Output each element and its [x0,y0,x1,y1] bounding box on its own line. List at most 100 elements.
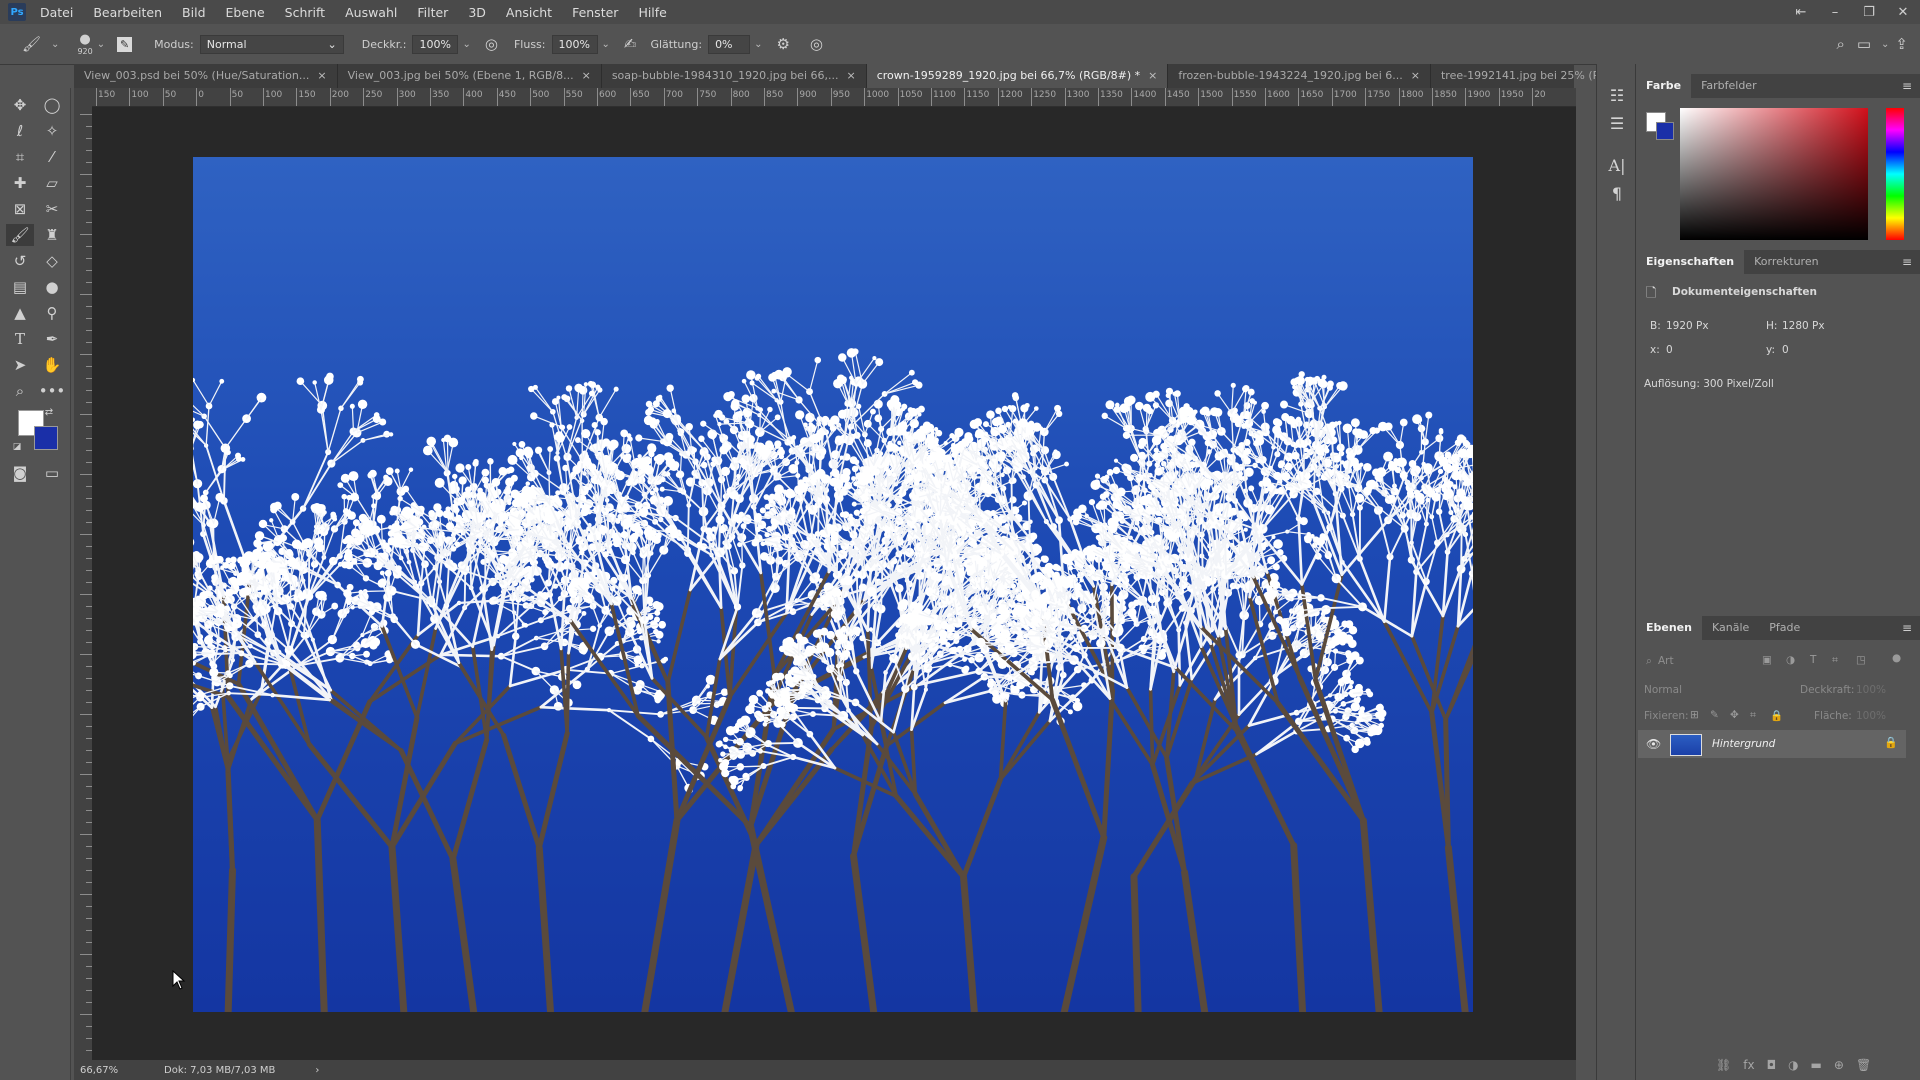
chevron-down-icon[interactable]: ⌄ [462,39,470,50]
menu-filter[interactable]: Filter [417,5,448,20]
layer-name[interactable]: Hintergrund [1712,738,1775,750]
menu-datei[interactable]: Datei [40,5,73,20]
trash-icon[interactable]: 🗑 [1856,1058,1871,1072]
menu-schrift[interactable]: Schrift [285,5,325,20]
vertical-ruler[interactable] [74,106,93,1060]
tab-eigenschaften[interactable]: Eigenschaften [1636,250,1745,274]
pen-tool-icon[interactable]: ✒ [38,328,66,350]
tab-pfade[interactable]: Pfade [1759,616,1810,640]
horizontal-ruler[interactable]: 150 100 50 0 50 100 150 200 250 300 350 400 450 500 55… [92,88,1576,107]
filter-smart-icon[interactable]: ◳ [1856,654,1866,666]
character-icon[interactable]: A| [1607,156,1627,175]
filter-adjustment-icon[interactable]: ◑ [1786,654,1795,666]
close-icon[interactable]: ✕ [1886,5,1920,20]
eraser-icon[interactable]: ◇ [38,250,66,272]
pressure-size-icon[interactable]: ◎ [810,35,823,53]
add-mask-icon[interactable]: ◘ [1767,1058,1777,1072]
pressure-opacity-icon[interactable]: ◎ [485,35,498,53]
tab-crown[interactable]: crown-1959289_1920.jpg bei 66,7% (RGB/8#… [866,64,1169,88]
fx-icon[interactable]: fx [1743,1058,1754,1072]
menu-hilfe[interactable]: Hilfe [638,5,666,20]
dodge-tool-icon[interactable]: ▲ [6,302,34,324]
menu-ebene[interactable]: Ebene [226,5,265,20]
marquee-tool-icon[interactable]: ◯ [38,94,66,116]
close-icon[interactable]: × [582,64,591,88]
scissors-icon[interactable]: ✂ [38,198,66,220]
more-tools-icon[interactable]: ••• [38,380,66,402]
smoothing-input[interactable]: 0% [708,34,751,54]
filter-type-icon[interactable]: T [1810,654,1816,666]
tab-ebenen[interactable]: Ebenen [1636,616,1702,640]
type-tool-icon[interactable]: T [6,328,34,350]
chevron-down-icon[interactable]: ⌄ [1881,39,1889,50]
paragraph-icon[interactable]: ¶ [1607,184,1627,203]
new-adjustment-icon[interactable]: ◑ [1788,1058,1798,1072]
filter-shape-icon[interactable]: ⌗ [1832,654,1838,667]
lock-all-icon[interactable]: 🔒 [1770,709,1783,722]
layer-row[interactable]: 👁 Hintergrund 🔒 [1638,730,1906,758]
width-value[interactable]: 1920 Px [1666,320,1709,332]
zoom-tool-icon[interactable]: ⌕ [6,380,34,402]
default-colors-icon[interactable]: ◪ [10,440,24,454]
layer-filter-input[interactable]: Art [1658,655,1674,667]
airbrush-icon[interactable]: ✍ [624,35,637,53]
crop-tool-icon[interactable]: ⌗ [6,146,34,168]
quick-mask-icon[interactable]: ◙ [6,462,34,484]
adjustments-icon[interactable]: ☰ [1607,114,1627,133]
eye-icon[interactable]: 👁 [1646,737,1661,751]
share-icon[interactable]: ⇪ [1895,35,1908,53]
swap-colors-icon[interactable]: ⇄ [42,406,56,420]
color-bg-swatch[interactable] [1656,122,1674,140]
restore-icon[interactable]: ❐ [1852,5,1886,20]
height-value[interactable]: 1280 Px [1782,320,1825,332]
burn-tool-icon[interactable]: ⚲ [38,302,66,324]
tab-farbe[interactable]: Farbe [1636,74,1692,98]
chevron-down-icon[interactable]: ⌄ [602,39,610,50]
menu-3d[interactable]: 3D [468,5,486,20]
status-arrow-icon[interactable]: › [315,1065,319,1076]
tab-soap-bubble[interactable]: soap-bubble-1984310_1920.jpg bei 66,... × [602,64,867,88]
background-color-swatch[interactable] [34,426,58,450]
workspace-icon[interactable]: ▭ [1857,35,1871,53]
collapse-icon[interactable]: ⇤ [1784,5,1818,20]
close-icon[interactable]: × [1148,64,1157,88]
tab-farbfelder[interactable]: Farbfelder [1691,74,1767,98]
panel-menu-icon[interactable]: ≡ [1902,255,1912,269]
tab-view-003-psd[interactable]: View_003.psd bei 50% (Hue/Saturation... × [74,64,338,88]
menu-auswahl[interactable]: Auswahl [345,5,397,20]
chevron-down-icon[interactable]: ⌄ [51,39,59,50]
lock-pixels-icon[interactable]: ✎ [1710,709,1719,721]
color-field[interactable] [1680,108,1868,240]
menu-ansicht[interactable]: Ansicht [506,5,552,20]
menu-fenster[interactable]: Fenster [572,5,618,20]
screen-mode-icon[interactable]: ▭ [38,462,66,484]
fill-value[interactable]: 100% [1856,710,1886,722]
flow-input[interactable]: 100% [551,34,598,54]
stamp-tool-icon[interactable]: ♜ [38,224,66,246]
document-image[interactable] [193,157,1473,1012]
blur-tool-icon[interactable]: ● [38,276,66,298]
history-brush-icon[interactable]: ↺ [6,250,34,272]
hand-tool-icon[interactable]: ✋ [38,354,66,376]
healing-brush-icon[interactable]: ✚ [6,172,34,194]
move-tool-icon[interactable]: ✥ [6,94,34,116]
lock-transparency-icon[interactable]: ⊞ [1690,709,1699,721]
lasso-tool-icon[interactable]: ℓ [6,120,34,142]
gear-icon[interactable]: ⚙ [776,35,789,53]
brush-preset-picker[interactable]: ● 920 [77,32,92,56]
filter-toggle-icon[interactable]: ● [1892,652,1901,664]
ruler-tool-icon[interactable]: ▱ [38,172,66,194]
mode-select[interactable]: Normal ⌄ [199,34,344,54]
magic-wand-icon[interactable]: ✧ [38,120,66,142]
chevron-down-icon[interactable]: ⌄ [754,39,762,50]
eyedropper-icon[interactable]: ⁄ [38,146,66,168]
tab-kanaele[interactable]: Kanäle [1702,616,1759,640]
new-group-icon[interactable]: ▬ [1811,1058,1822,1072]
y-value[interactable]: 0 [1782,344,1789,356]
lock-artboard-icon[interactable]: ⌗ [1750,709,1756,722]
menu-bild[interactable]: Bild [182,5,205,20]
close-icon[interactable]: × [1411,64,1420,88]
panel-menu-icon[interactable]: ≡ [1902,79,1912,93]
search-icon[interactable]: ⌕ [1836,35,1844,53]
tab-frozen-bubble[interactable]: frozen-bubble-1943224_1920.jpg bei 6... × [1168,64,1431,88]
